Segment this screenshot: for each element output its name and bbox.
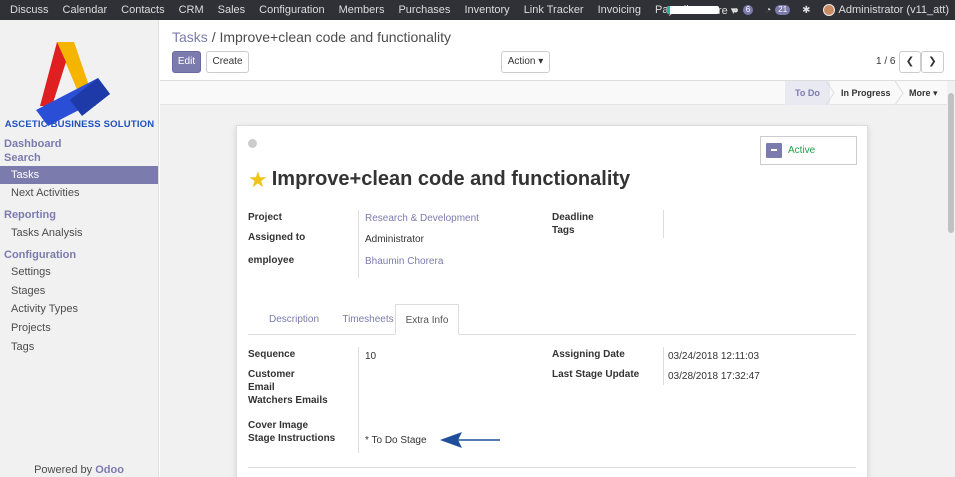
extra-divider-right [663, 347, 664, 385]
stage-todo[interactable]: To Do [785, 81, 830, 105]
systray: ◕ 6 ◔ 21 ✱ Administrator (v11_att) [666, 0, 955, 20]
last-stage-update-label: Last Stage Update [552, 369, 640, 380]
menu-sales[interactable]: Sales [211, 4, 253, 16]
active-toggle-button[interactable]: Active [760, 136, 857, 165]
action-dropdown[interactable]: Action ▾ [501, 51, 550, 73]
stage-instructions-label: Stage Instructions [248, 433, 336, 444]
stage-instructions-value: * To Do Stage [365, 435, 427, 446]
powered-by: Powered by Odoo [0, 464, 158, 476]
section-divider [248, 467, 856, 468]
project-label: Project [248, 212, 282, 223]
sidebar-item-tasks[interactable]: Tasks [0, 166, 158, 184]
star-icon[interactable]: ★ [248, 168, 268, 191]
scrollbar[interactable] [947, 81, 955, 477]
menu-members[interactable]: Members [332, 4, 392, 16]
menu-discuss[interactable]: Discuss [3, 4, 56, 16]
menu-purchases[interactable]: Purchases [391, 4, 457, 16]
sidebar-reporting[interactable]: Reporting [4, 209, 56, 221]
chat-badge: 6 [742, 5, 754, 15]
sidebar-item-stages[interactable]: Stages [0, 282, 158, 300]
task-title: ★ Improve+clean code and functionality [248, 168, 630, 191]
extra-divider [358, 347, 359, 453]
odoo-link[interactable]: Odoo [95, 464, 124, 476]
sequence-label: Sequence [248, 349, 296, 360]
last-stage-update-value: 03/28/2018 17:32:47 [668, 371, 760, 382]
user-menu[interactable]: Administrator (v11_att) [839, 4, 949, 16]
pager-previous-button[interactable]: ❮ [899, 51, 921, 73]
scrollbar-thumb[interactable] [948, 93, 954, 233]
employee-label: employee [248, 255, 295, 266]
chat-icon[interactable]: ◕ [733, 5, 739, 16]
archive-icon [766, 143, 782, 158]
field-divider [358, 210, 359, 278]
menu-inventory[interactable]: Inventory [457, 4, 516, 16]
breadcrumb-separator: / [211, 29, 216, 45]
stage-in-progress[interactable]: In Progress [841, 81, 891, 105]
notebook-tabs: Description Timesheets Extra Info [248, 304, 856, 335]
app-menu: Discuss Calendar Contacts CRM Sales Conf… [0, 0, 743, 20]
field-divider-right [663, 210, 664, 238]
sequence-value[interactable]: 10 [365, 351, 376, 362]
assigning-date-value: 03/24/2018 12:11:03 [668, 351, 760, 362]
menu-contacts[interactable]: Contacts [114, 4, 171, 16]
sidebar-search[interactable]: Search [4, 152, 41, 164]
activity-badge: 21 [775, 5, 791, 15]
company-logo [36, 42, 110, 126]
menu-invoicing[interactable]: Invoicing [591, 4, 648, 16]
status-bar: To Do In Progress More ▾ [160, 81, 947, 105]
customer-label: Customer [248, 369, 295, 380]
sidebar-item-tasks-analysis[interactable]: Tasks Analysis [0, 224, 158, 242]
pager-value[interactable]: 1 / 6 [876, 56, 895, 67]
pager-next-button[interactable]: ❯ [921, 51, 944, 73]
activity-icon[interactable]: ◔ [765, 5, 771, 16]
assigning-date-label: Assigning Date [552, 349, 625, 360]
sidebar-configuration[interactable]: Configuration [4, 249, 76, 261]
active-label: Active [788, 145, 816, 156]
cover-image-label: Cover Image [248, 420, 309, 431]
tags-label: Tags [552, 225, 575, 236]
top-navbar: Discuss Calendar Contacts CRM Sales Conf… [0, 0, 955, 20]
bug-icon[interactable]: ✱ [802, 5, 810, 16]
tab-timesheets[interactable]: Timesheets [333, 304, 403, 335]
stage-more-dropdown[interactable]: More ▾ [909, 81, 938, 105]
logo-text: ASCETIC BUSINESS SOLUTION [4, 119, 155, 130]
menu-configuration[interactable]: Configuration [252, 4, 331, 16]
create-button[interactable]: Create [206, 51, 249, 73]
task-title-text: Improve+clean code and functionality [271, 168, 631, 190]
arrow-left-annotation [440, 432, 500, 448]
deadline-label: Deadline [552, 212, 594, 223]
stage-separator-2 [894, 81, 904, 105]
menu-link-tracker[interactable]: Link Tracker [517, 4, 591, 16]
control-panel: Tasks / Improve+clean code and functiona… [160, 20, 955, 81]
tab-description[interactable]: Description [259, 304, 329, 335]
powered-by-text: Powered by [34, 464, 93, 476]
progress-fill [666, 6, 670, 14]
tab-extra-info[interactable]: Extra Info [395, 304, 459, 335]
employee-value[interactable]: Bhaumin Chorera [365, 256, 443, 267]
breadcrumb: Tasks / Improve+clean code and functiona… [172, 29, 451, 45]
progress-bar [666, 6, 719, 14]
sidebar-item-activity-types[interactable]: Activity Types [0, 300, 158, 318]
sidebar-item-settings[interactable]: Settings [0, 263, 158, 281]
email-label: Email [248, 382, 275, 393]
menu-calendar[interactable]: Calendar [56, 4, 115, 16]
sidebar-item-next-activities[interactable]: Next Activities [0, 184, 158, 202]
menu-crm[interactable]: CRM [172, 4, 211, 16]
sidebar-dashboard[interactable]: Dashboard [4, 138, 61, 150]
form-sheet: Active ★ Improve+clean code and function… [236, 125, 868, 477]
stage-separator [825, 81, 835, 105]
watchers-label: Watchers Emails [248, 395, 328, 406]
breadcrumb-tasks[interactable]: Tasks [172, 29, 208, 45]
sidebar-item-tags[interactable]: Tags [0, 338, 158, 356]
breadcrumb-current: Improve+clean code and functionality [219, 29, 452, 45]
assigned-label: Assigned to [248, 232, 306, 243]
sidebar-item-projects[interactable]: Projects [0, 319, 158, 337]
kanban-state-icon[interactable] [248, 139, 257, 148]
assigned-value[interactable]: Administrator [365, 234, 424, 245]
edit-button[interactable]: Edit [172, 51, 201, 73]
avatar[interactable] [822, 4, 835, 16]
sidebar: ASCETIC BUSINESS SOLUTION Dashboard Sear… [0, 20, 159, 477]
project-value[interactable]: Research & Development [365, 213, 479, 224]
